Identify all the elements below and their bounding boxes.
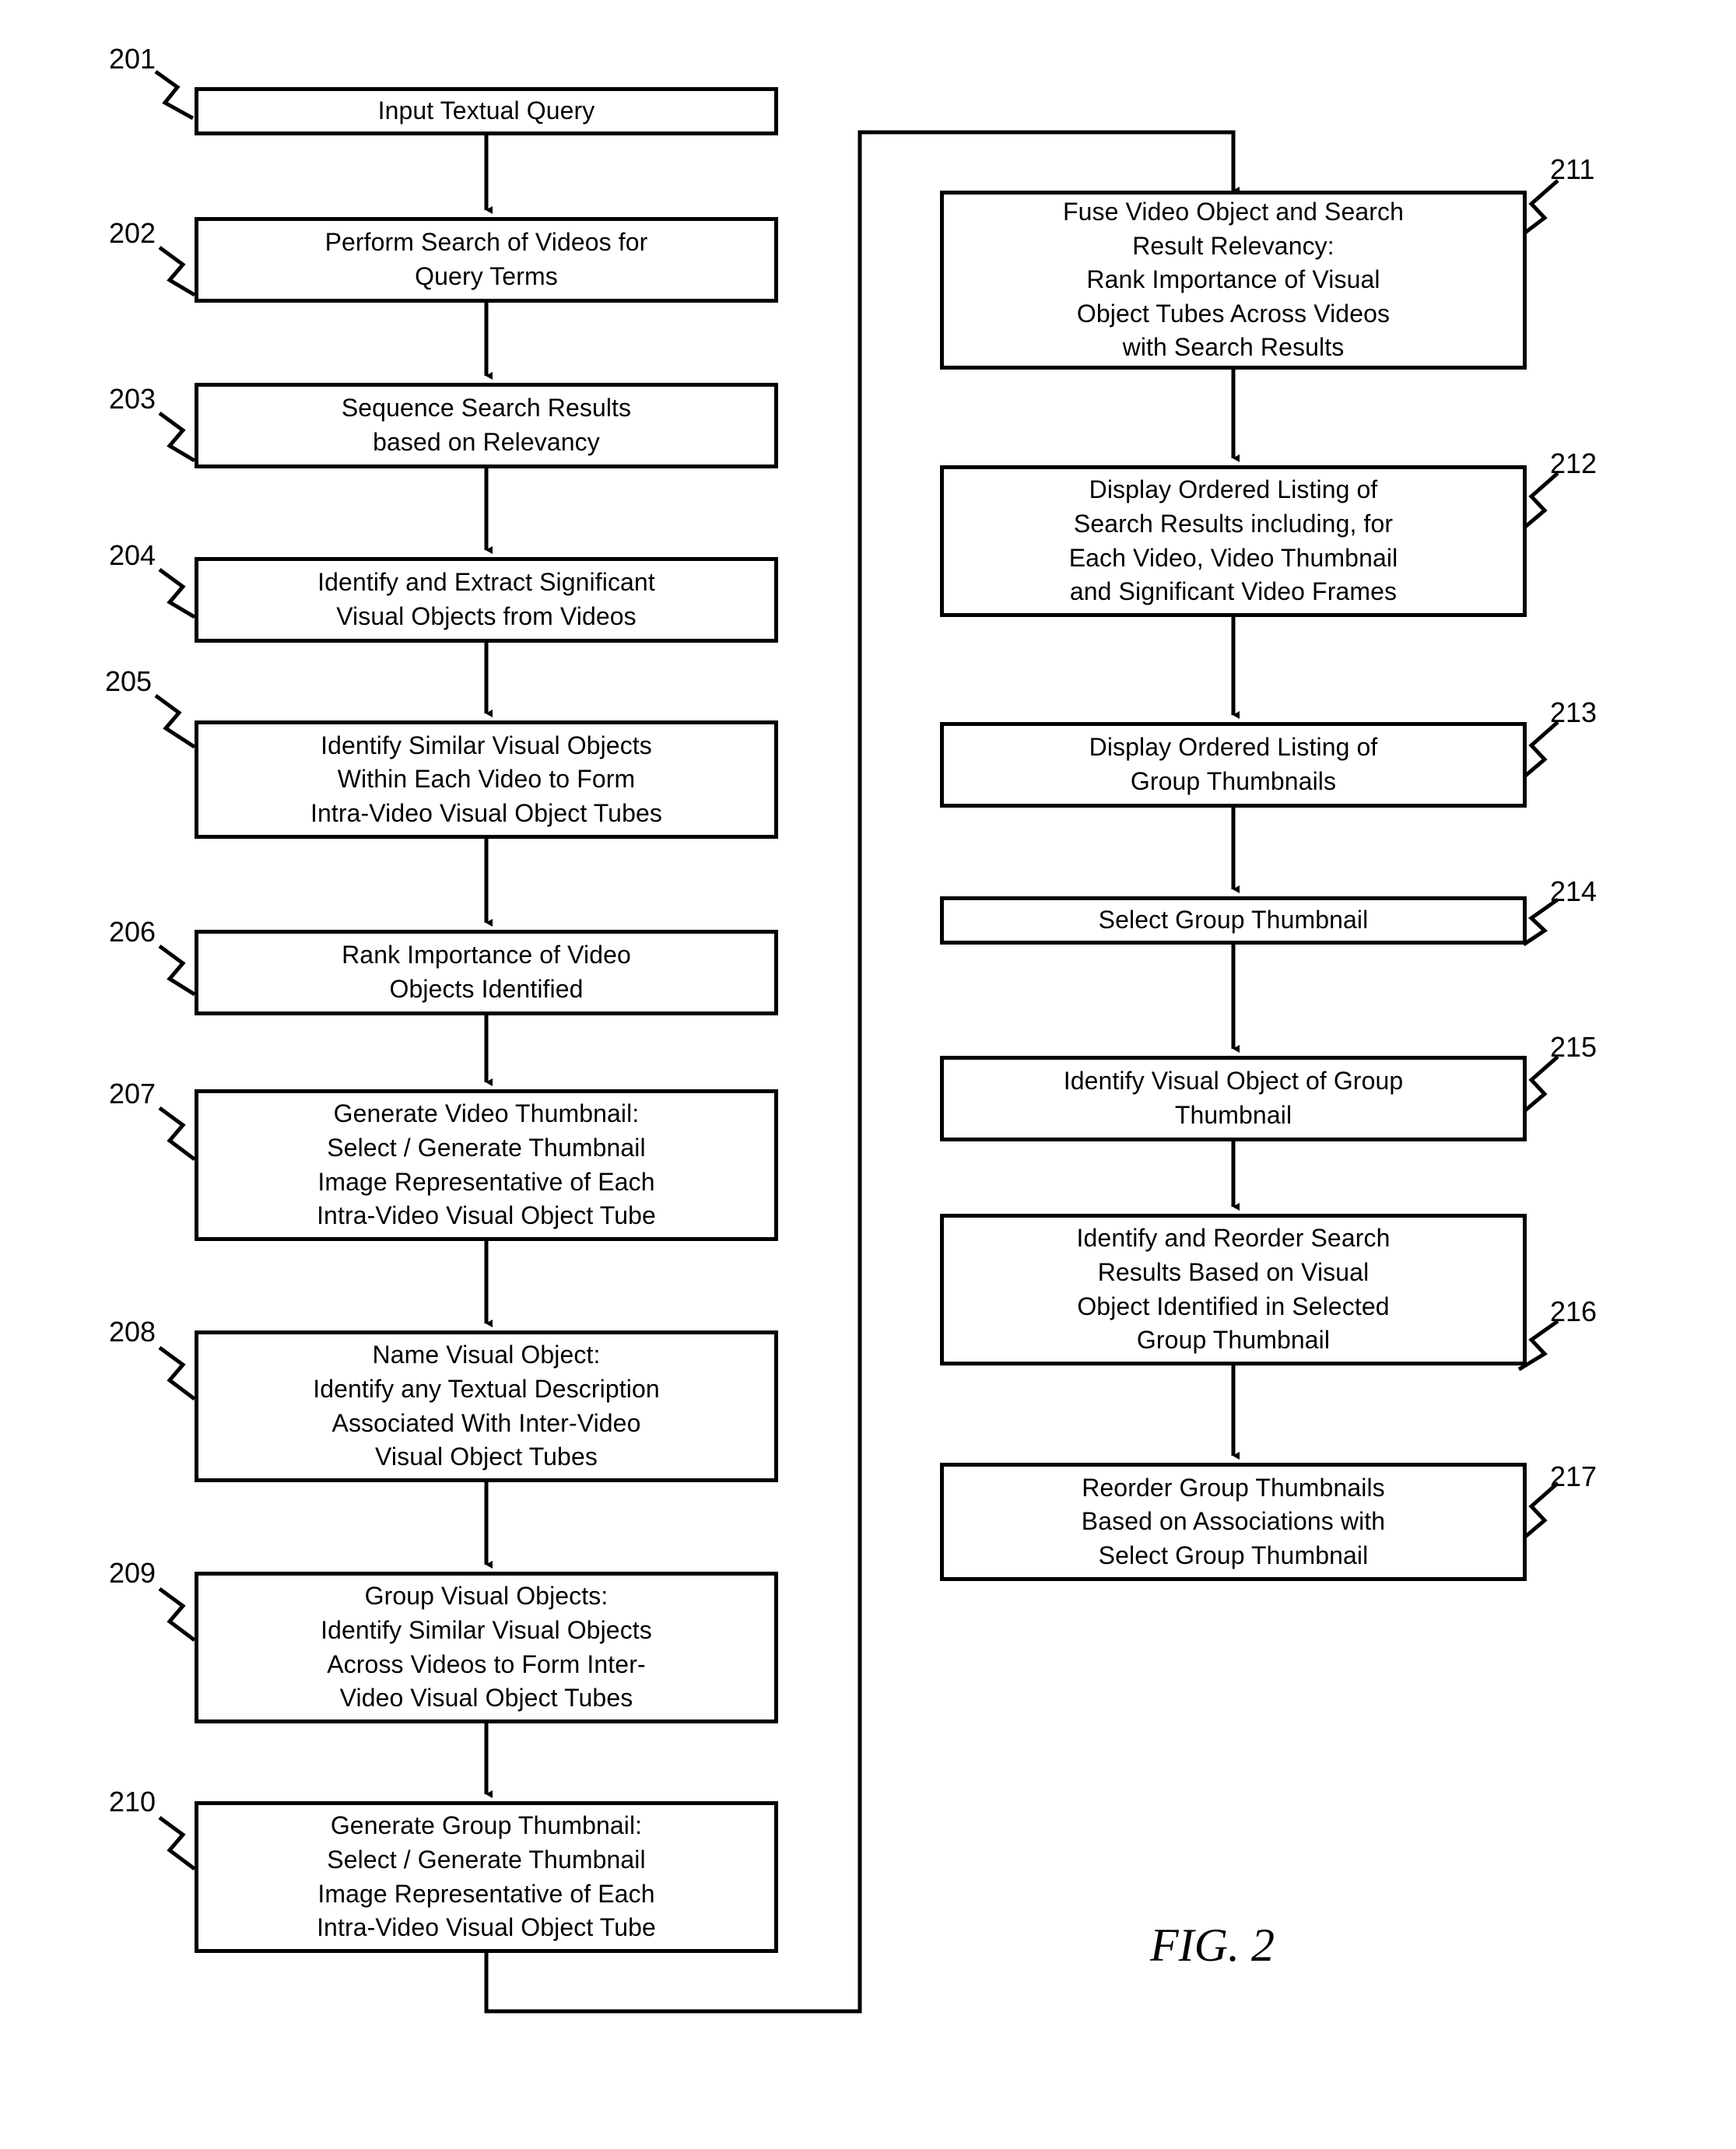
process-box-label: Input Textual Query xyxy=(377,96,595,125)
process-box-label: Identify Visual Object of Group Thumbnai… xyxy=(1063,1067,1404,1129)
process-box-214: Select Group Thumbnail xyxy=(940,896,1527,945)
reference-numeral-207: 207 xyxy=(109,1078,156,1110)
reference-numeral-206: 206 xyxy=(109,916,156,948)
process-box-207: Generate Video Thumbnail: Select / Gener… xyxy=(195,1089,778,1241)
process-box-208: Name Visual Object: Identify any Textual… xyxy=(195,1330,778,1482)
process-box-label: Identify Similar Visual Objects Within E… xyxy=(310,731,662,827)
process-box-205: Identify Similar Visual Objects Within E… xyxy=(195,720,778,839)
process-box-label: Identify and Extract Significant Visual … xyxy=(317,568,655,630)
lead-line-204 xyxy=(158,567,196,619)
figure-page: Input Textual Query Perform Search of Vid… xyxy=(0,0,1736,2149)
reference-numeral-210: 210 xyxy=(109,1786,156,1818)
lead-line-209 xyxy=(158,1586,196,1642)
lead-line-205 xyxy=(154,693,196,749)
process-box-217: Reorder Group Thumbnails Based on Associ… xyxy=(940,1463,1527,1581)
process-box-203: Sequence Search Results based on Relevan… xyxy=(195,383,778,468)
reference-numeral-201: 201 xyxy=(109,43,156,75)
lead-line-207 xyxy=(158,1106,196,1161)
reference-numeral-211: 211 xyxy=(1550,153,1595,185)
process-box-label: Rank Importance of Video Objects Identif… xyxy=(342,941,631,1003)
process-box-211: Fuse Video Object and Search Result Rele… xyxy=(940,191,1527,370)
reference-numeral-204: 204 xyxy=(109,539,156,571)
process-box-209: Group Visual Objects: Identify Similar V… xyxy=(195,1572,778,1723)
process-box-label: Display Ordered Listing of Group Thumbna… xyxy=(1089,733,1378,795)
lead-line-208 xyxy=(158,1345,196,1401)
process-box-213: Display Ordered Listing of Group Thumbna… xyxy=(940,722,1527,808)
lead-line-201 xyxy=(154,69,195,121)
process-box-206: Rank Importance of Video Objects Identif… xyxy=(195,930,778,1015)
process-box-label: Select Group Thumbnail xyxy=(1098,906,1369,934)
process-box-210: Generate Group Thumbnail: Select / Gener… xyxy=(195,1801,778,1953)
process-box-label: Display Ordered Listing of Search Result… xyxy=(1068,475,1398,606)
reference-numeral-217: 217 xyxy=(1550,1460,1597,1492)
process-box-label: Perform Search of Videos for Query Terms xyxy=(324,228,648,290)
reference-numeral-213: 213 xyxy=(1550,696,1597,728)
process-box-216: Identify and Reorder Search Results Base… xyxy=(940,1214,1527,1365)
figure-caption: FIG. 2 xyxy=(1150,1919,1275,1971)
process-box-label: Sequence Search Results based on Relevan… xyxy=(341,394,632,456)
lead-line-203 xyxy=(158,411,196,463)
process-box-201: Input Textual Query xyxy=(195,87,778,135)
lead-line-202 xyxy=(158,245,196,297)
reference-numeral-209: 209 xyxy=(109,1557,156,1589)
reference-numeral-208: 208 xyxy=(109,1316,156,1348)
process-box-212: Display Ordered Listing of Search Result… xyxy=(940,465,1527,617)
process-box-215: Identify Visual Object of Group Thumbnai… xyxy=(940,1056,1527,1141)
lead-line-206 xyxy=(158,944,196,997)
reference-numeral-203: 203 xyxy=(109,383,156,415)
process-box-label: Identify and Reorder Search Results Base… xyxy=(1076,1224,1391,1355)
process-box-label: Generate Group Thumbnail: Select / Gener… xyxy=(317,1811,656,1942)
process-box-204: Identify and Extract Significant Visual … xyxy=(195,557,778,643)
process-box-label: Fuse Video Object and Search Result Rele… xyxy=(1062,198,1405,362)
process-box-label: Name Visual Object: Identify any Textual… xyxy=(313,1341,660,1471)
reference-numeral-202: 202 xyxy=(109,217,156,249)
process-box-label: Reorder Group Thumbnails Based on Associ… xyxy=(1081,1473,1386,1569)
process-box-label: Group Visual Objects: Identify Similar V… xyxy=(321,1582,652,1713)
reference-numeral-216: 216 xyxy=(1550,1295,1597,1327)
process-box-202: Perform Search of Videos for Query Terms xyxy=(195,217,778,303)
reference-numeral-214: 214 xyxy=(1550,875,1597,907)
lead-line-210 xyxy=(158,1815,196,1870)
reference-numeral-205: 205 xyxy=(105,665,153,697)
process-box-label: Generate Video Thumbnail: Select / Gener… xyxy=(317,1099,656,1230)
reference-numeral-215: 215 xyxy=(1550,1031,1597,1063)
reference-numeral-212: 212 xyxy=(1550,447,1597,479)
